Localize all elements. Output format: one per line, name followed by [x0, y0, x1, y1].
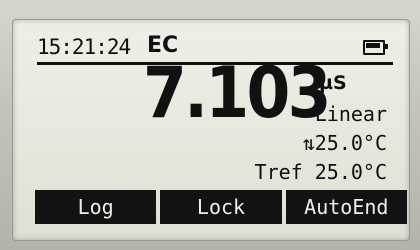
temperature-reading: ⇅25.0°C [302, 131, 387, 155]
softkey-label: Lock [196, 195, 246, 219]
autoend-softkey[interactable]: AutoEnd [285, 190, 407, 224]
main-reading: 7.103 [143, 52, 331, 134]
lock-softkey[interactable]: Lock [160, 190, 282, 224]
clock: 15:21:24 [37, 35, 131, 59]
battery-level [366, 43, 380, 48]
softkey-label: Log [77, 195, 114, 219]
log-softkey[interactable]: Log [35, 190, 157, 224]
measurement-unit: µS [319, 72, 347, 94]
softkey-bar: Log Lock AutoEnd [35, 190, 407, 224]
meter-bezel: 15:21:24 EC 7.103 µS Linear ⇅25.0°C Tref… [0, 0, 420, 250]
battery-icon [363, 40, 388, 55]
battery-terminal [385, 44, 388, 49]
lcd-screen: 15:21:24 EC 7.103 µS Linear ⇅25.0°C Tref… [13, 20, 409, 240]
softkey-label: AutoEnd [304, 195, 389, 219]
reference-temperature: Tref 25.0°C [254, 160, 387, 184]
compensation-mode: Linear [314, 102, 387, 126]
